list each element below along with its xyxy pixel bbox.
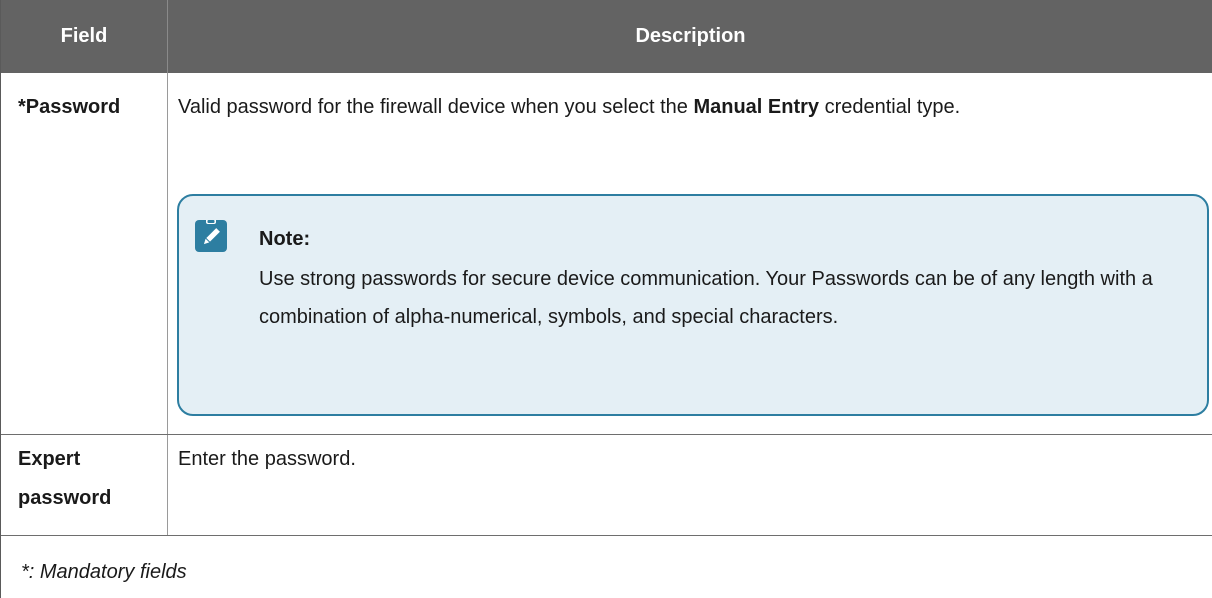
- description-password-emphasis: Manual Entry: [693, 96, 820, 118]
- column-divider: [167, 73, 168, 535]
- description-password: Valid password for the firewall device w…: [178, 88, 1188, 127]
- field-password: *Password: [18, 96, 121, 118]
- fields-table: Field Description *Password Valid passwo…: [0, 0, 1212, 598]
- mandatory-footnote: *: Mandatory fields: [21, 561, 187, 583]
- table-bottom-divider: [1, 535, 1212, 536]
- note-callout: Note: Use strong passwords for secure de…: [177, 194, 1209, 416]
- note-body: Use strong passwords for secure device c…: [259, 268, 1153, 328]
- table-header-row: Field Description: [1, 0, 1212, 73]
- description-expert-password: Enter the password.: [178, 448, 356, 470]
- description-password-text-2: credential type.: [819, 96, 961, 118]
- row-divider: [1, 434, 1212, 435]
- field-expert-password: Expert password: [18, 448, 112, 509]
- header-field: Field: [60, 25, 108, 47]
- note-title: Note:: [259, 228, 311, 250]
- pencil-note-icon: [195, 220, 227, 252]
- description-password-text-1: Valid password for the firewall device w…: [178, 96, 694, 118]
- header-description: Description: [635, 25, 746, 47]
